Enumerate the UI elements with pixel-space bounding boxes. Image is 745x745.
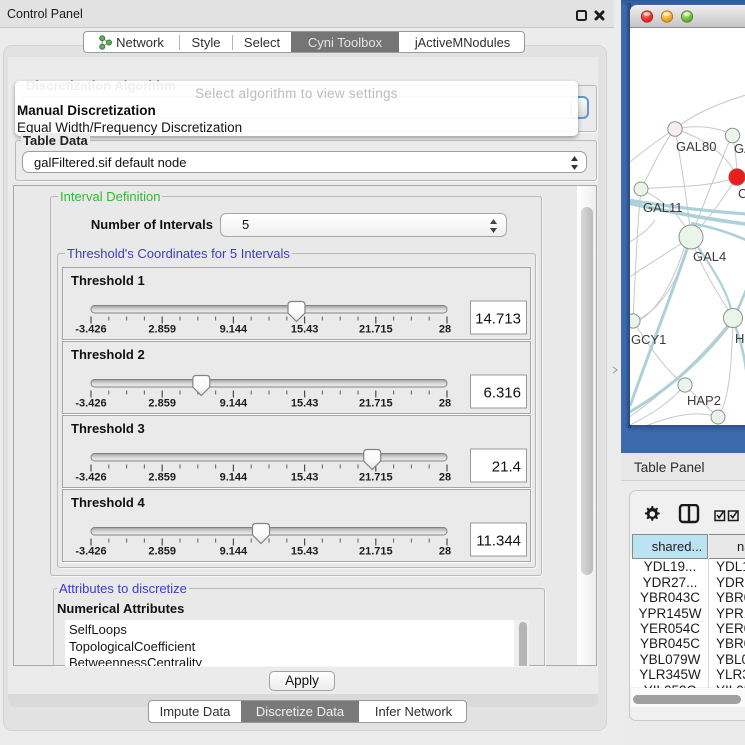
svg-text:2.859: 2.859 [148,546,176,558]
svg-text:GAL80: GAL80 [676,139,716,154]
svg-text:6.316: 6.316 [483,385,521,402]
svg-text:28: 28 [439,472,451,484]
svg-text:H: H [735,331,744,346]
svg-text:28: 28 [439,546,451,558]
svg-text:Threshold 1: Threshold 1 [71,273,145,288]
svg-text:21.715: 21.715 [359,324,393,336]
svg-text:-3.426: -3.426 [75,546,106,558]
svg-text:C: C [738,186,745,201]
svg-text:-3.426: -3.426 [75,472,106,484]
svg-text:15.43: 15.43 [291,546,319,558]
svg-text:15.43: 15.43 [291,398,319,410]
svg-text:21.715: 21.715 [359,398,393,410]
svg-text:Threshold 3: Threshold 3 [71,421,145,436]
svg-text:GCY1: GCY1 [631,332,666,347]
svg-text:2.859: 2.859 [148,324,176,336]
svg-text:11.344: 11.344 [476,533,521,550]
svg-text:21.4: 21.4 [492,459,521,476]
svg-text:9.144: 9.144 [220,324,248,336]
svg-text:Threshold 2: Threshold 2 [71,347,145,362]
svg-text:9.144: 9.144 [220,546,248,558]
svg-text:2.859: 2.859 [148,398,176,410]
svg-text:GAL11: GAL11 [643,200,683,215]
svg-text:-3.426: -3.426 [75,398,106,410]
svg-text:21.715: 21.715 [359,472,393,484]
svg-text:21.715: 21.715 [359,546,393,558]
svg-text:-3.426: -3.426 [75,324,106,336]
svg-text:2.859: 2.859 [148,472,176,484]
svg-text:28: 28 [439,324,451,336]
svg-text:GA: GA [734,141,745,156]
svg-text:14.713: 14.713 [475,311,521,328]
svg-text:HAP2: HAP2 [687,393,721,408]
svg-text:9.144: 9.144 [220,472,248,484]
svg-text:15.43: 15.43 [291,472,319,484]
svg-text:Threshold 4: Threshold 4 [71,495,145,510]
svg-text:15.43: 15.43 [291,324,319,336]
svg-text:28: 28 [439,398,451,410]
svg-text:9.144: 9.144 [220,398,248,410]
svg-text:GAL4: GAL4 [693,249,726,264]
